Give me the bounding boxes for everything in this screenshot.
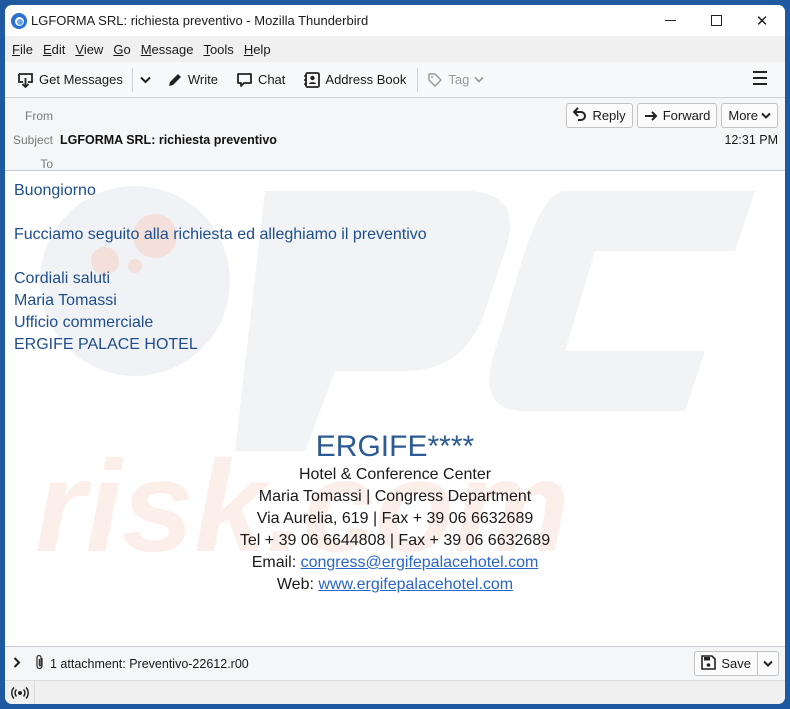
address-book-icon [303,71,321,88]
save-button[interactable]: Save [695,652,758,675]
signature-web-row: Web: www.ergifepalacehotel.com [276,576,514,593]
message-time: 12:31 PM [724,133,778,147]
sender-company: ERGIFE PALACE HOTEL [14,336,198,353]
chevron-down-icon [474,76,484,83]
reply-label: Reply [592,108,626,123]
signature-address: Via Aurelia, 619 | Fax + 39 06 6632689 [256,510,534,527]
signature-subtitle: Hotel & Conference Center [298,466,492,483]
menu-bar: File Edit View Go Message Tools Help [5,36,785,62]
close-button[interactable]: ✕ [739,5,785,36]
get-messages-button[interactable]: Get Messages [12,66,128,94]
chat-icon [236,72,253,88]
closing-line: Cordiali saluti [14,270,111,287]
message-body: risk.com Buongiorno Fucciamo seguito all… [5,171,785,646]
reply-button[interactable]: Reply [566,103,633,128]
chat-label: Chat [257,72,286,87]
minimize-icon [664,20,676,21]
attachment-summary[interactable]: 1 attachment: Preventivo-22612.r00 [50,657,249,671]
forward-arrow-icon [644,108,658,124]
tag-icon [427,72,443,88]
hamburger-icon [753,71,767,73]
attachment-bar: 1 attachment: Preventivo-22612.r00 Save [5,646,785,680]
menu-message[interactable]: Message [137,42,198,57]
forward-button[interactable]: Forward [636,103,718,128]
app-menu-button[interactable] [753,71,767,85]
attachment-expand-toggle[interactable] [13,656,27,671]
save-dropdown-button[interactable] [758,652,778,675]
maximize-button[interactable] [693,5,739,36]
sender-department: Ufficio commerciale [14,314,154,331]
message-text: Buongiorno Fucciamo seguito alla richies… [14,180,427,356]
reply-icon [573,107,587,124]
online-status-button[interactable] [5,680,35,704]
main-toolbar: Get Messages Write Chat Address Book Tag [5,62,785,98]
save-label: Save [721,656,751,671]
from-label: From [25,109,53,123]
forward-label: Forward [662,108,711,123]
signature-email-link[interactable]: congress@ergifepalacehotel.com [301,554,539,571]
thunderbird-logo-icon [11,12,27,29]
email-signature: ERGIFE**** Hotel & Conference Center Mar… [5,429,785,596]
subject-value: LGFORMA SRL: richiesta preventivo [60,133,277,147]
chevron-down-icon [140,76,151,83]
title-bar: LGFORMA SRL: richiesta preventivo - Mozi… [5,5,785,36]
menu-tools[interactable]: Tools [199,42,237,57]
get-messages-icon [17,72,34,88]
greeting-line: Buongiorno [14,182,96,199]
body-line: Fucciamo seguito alla richiesta ed alleg… [14,226,427,243]
get-messages-label: Get Messages [39,72,123,87]
to-label: To [40,157,53,171]
tag-label: Tag [448,72,470,87]
signature-person: Maria Tomassi | Congress Department [258,488,532,505]
more-label: More [728,108,758,123]
online-broadcast-icon [10,686,29,699]
signature-phones: Tel + 39 06 6644808 | Fax + 39 06 663268… [239,532,551,549]
write-button[interactable]: Write [162,66,223,94]
minimize-button[interactable] [647,5,693,36]
save-attachment-group: Save [694,651,779,676]
chat-button[interactable]: Chat [231,66,290,94]
signature-web-link[interactable]: www.ergifepalacehotel.com [318,576,513,593]
more-button[interactable]: More [721,103,778,128]
menu-go[interactable]: Go [109,42,134,57]
address-book-label: Address Book [325,72,407,87]
chevron-down-icon [763,660,773,667]
toolbar-separator [417,67,419,92]
get-messages-dropdown[interactable] [137,66,154,94]
toolbar-separator [131,67,133,92]
close-icon: ✕ [755,12,769,30]
chevron-down-icon [761,112,771,119]
window-title: LGFORMA SRL: richiesta preventivo - Mozi… [31,13,369,28]
write-label: Write [187,72,218,87]
menu-view[interactable]: View [71,42,107,57]
menu-edit[interactable]: Edit [39,42,69,57]
address-book-button[interactable]: Address Book [298,66,411,94]
pencil-icon [167,72,183,88]
signature-email-row: Email: congress@ergifepalacehotel.com [251,554,539,571]
paperclip-icon [35,654,45,674]
subject-label: Subject [12,133,53,147]
sender-name: Maria Tomassi [14,292,117,309]
message-header: From Subject To LGFORMA SRL: richiesta p… [5,98,785,171]
save-disk-icon [701,654,717,673]
chevron-right-icon [13,657,21,668]
maximize-icon [710,15,722,26]
thunderbird-window: LGFORMA SRL: richiesta preventivo - Mozi… [5,5,785,704]
tag-button[interactable]: Tag [422,66,489,94]
menu-help[interactable]: Help [240,42,275,57]
signature-title: ERGIFE**** [315,430,475,463]
status-bar [5,680,785,704]
menu-file[interactable]: File [8,42,37,57]
